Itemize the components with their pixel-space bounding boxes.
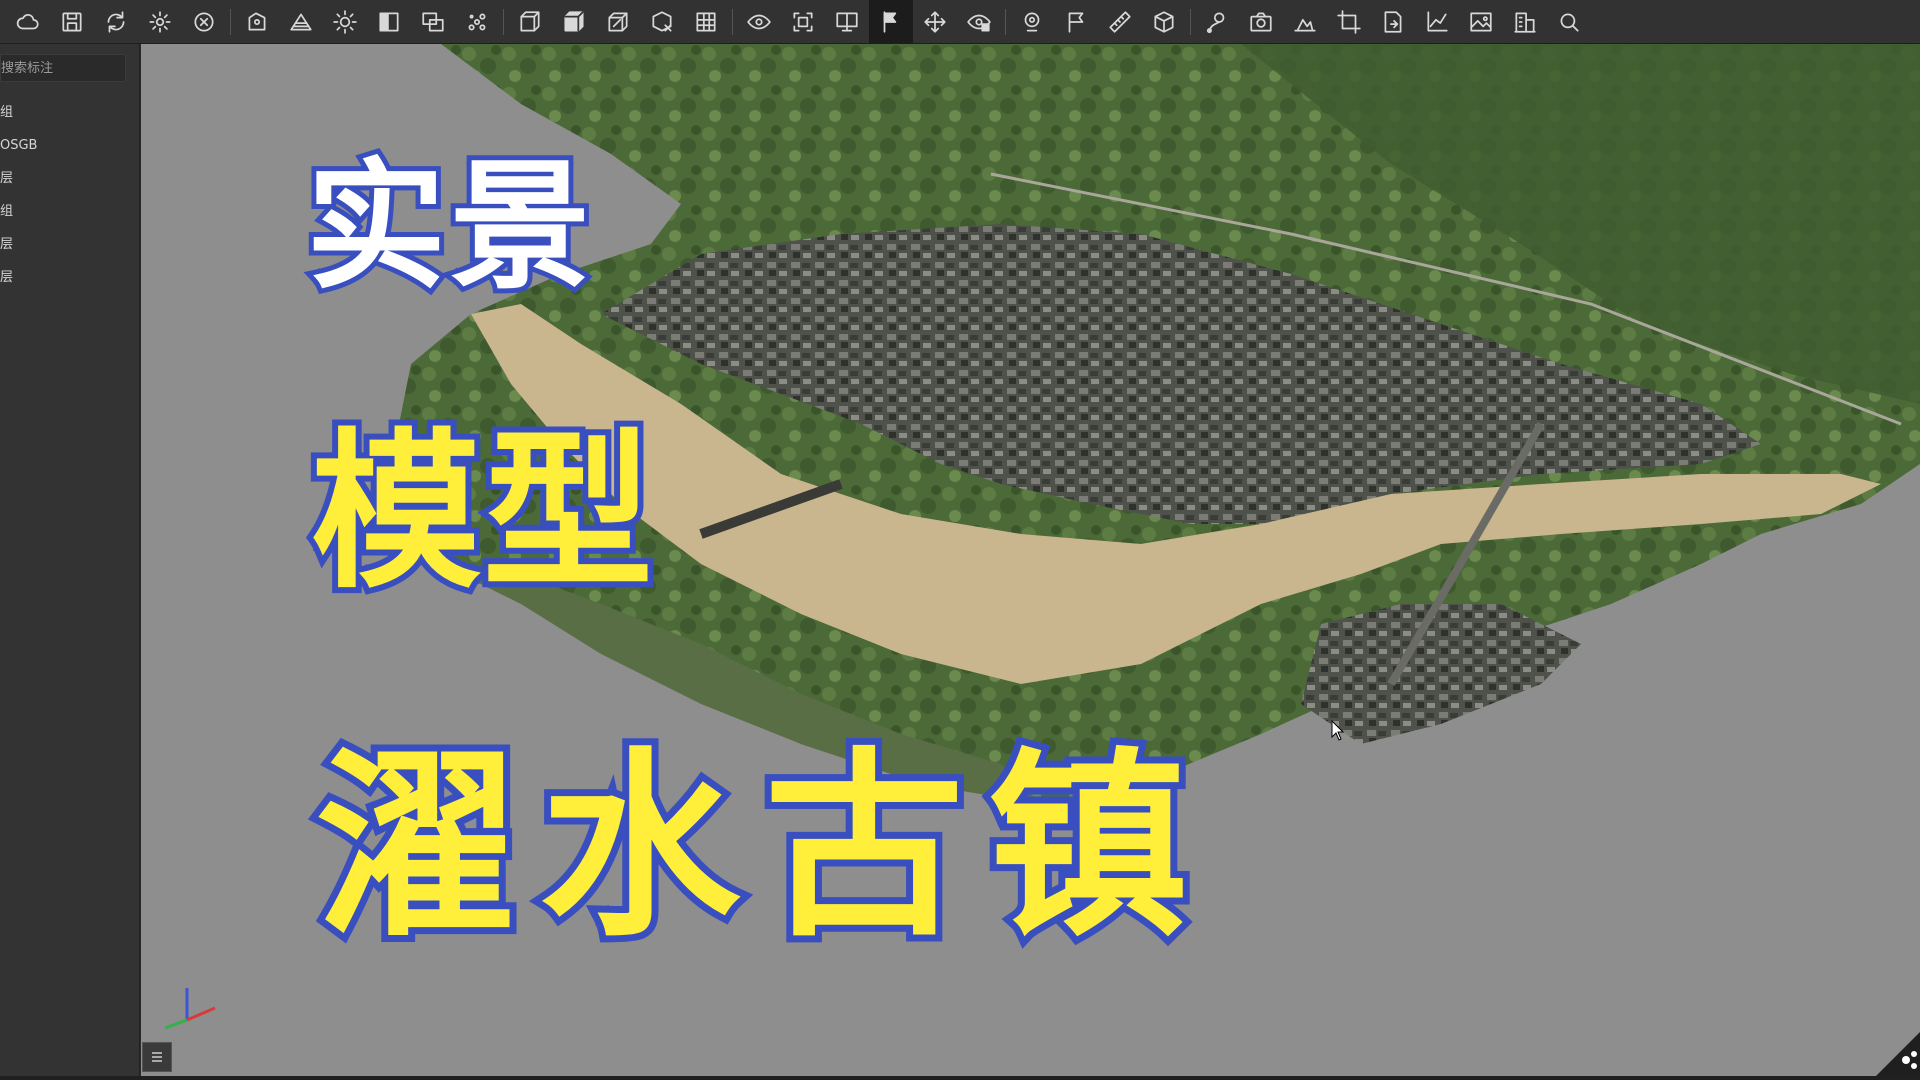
cloud-button[interactable] [6,0,50,44]
camera-button[interactable] [1239,0,1283,44]
layer-tree-item[interactable]: 层 [0,228,138,261]
toolbar-separator [1005,8,1006,35]
export-file-icon [1384,10,1402,33]
terrain-button[interactable] [279,0,323,44]
building-icon [1514,11,1536,33]
layers-icon [422,11,444,32]
toolbar-separator [503,8,504,35]
status-strip [0,1076,1920,1080]
shape-select-button[interactable] [235,0,279,44]
grid-icon [696,11,716,32]
image-button[interactable] [1459,0,1503,44]
main-toolbar [0,0,1920,44]
layer-tree-item[interactable]: 组 [0,195,138,228]
location-icon [1024,11,1040,32]
crop-icon [1337,9,1361,34]
route-icon [1206,11,1225,33]
profile-icon [1294,18,1316,32]
ruler-icon [1109,10,1131,33]
app-window: 组 OSGB 层 组 层 层 [0,0,1920,1080]
sun-button[interactable] [323,0,367,44]
move-icon [924,10,946,33]
ruler-button[interactable] [1098,0,1142,44]
layers-button[interactable] [411,0,455,44]
profile-button[interactable] [1283,0,1327,44]
eye-lock-icon [967,14,991,32]
mouse-cursor-icon [1331,720,1345,741]
layer-tree-item[interactable]: OSGB [0,129,138,162]
export-file-button[interactable] [1371,0,1415,44]
panel-button[interactable] [367,0,411,44]
cube-edit-icon [608,11,628,32]
cube-edit-button[interactable] [596,0,640,44]
close-button[interactable] [182,0,226,44]
cube-solid-button[interactable] [552,0,596,44]
frame-button[interactable] [781,0,825,44]
cloud-icon [16,13,39,29]
annotation-search-input[interactable] [0,54,126,82]
image-icon [1470,11,1492,32]
camera-icon [1250,11,1272,32]
cube-delete-icon [652,10,672,32]
building-button[interactable] [1503,0,1547,44]
cube-solid-icon [564,10,584,32]
cube-delete-button[interactable] [640,0,684,44]
frame-icon [793,11,813,32]
sun-icon [333,9,357,34]
title-line-1: 实景 [301,141,595,314]
toolbar-separator [732,8,733,35]
close-circle-icon [194,11,214,32]
monitor-icon [836,11,858,32]
flag-button[interactable] [869,0,913,44]
title-line-3: 濯水古镇 [309,724,1213,971]
scatter-button[interactable] [455,0,499,44]
layer-tree-item[interactable]: 层 [0,162,138,195]
route-button[interactable] [1195,0,1239,44]
settings-icon [149,10,171,33]
search-button[interactable] [1547,0,1591,44]
box-wire-icon [520,10,540,32]
layer-tree: 组 OSGB 层 组 层 层 [0,96,138,294]
cube-3d-button[interactable] [1142,0,1186,44]
refresh-icon [107,10,125,33]
grid-button[interactable] [684,0,728,44]
layer-tree-item[interactable]: 组 [0,96,138,129]
title-line-2: 模型 [305,408,659,618]
refresh-button[interactable] [94,0,138,44]
sidebar-menu-button[interactable] [142,1042,172,1072]
crop-button[interactable] [1327,0,1371,44]
layer-sidebar: 组 OSGB 层 组 层 层 [0,44,140,1080]
flag-icon [883,10,897,33]
box-wire-button[interactable] [508,0,552,44]
scatter-icon [468,13,486,30]
eye-rotate-icon [747,14,771,29]
settings-button[interactable] [138,0,182,44]
chart-icon [1427,10,1448,32]
eye-lock-button[interactable] [957,0,1001,44]
chart-button[interactable] [1415,0,1459,44]
save-icon [62,11,82,32]
cube-3d-icon [1154,10,1174,33]
toolbar-separator [1190,8,1191,35]
waypoint-flag-button[interactable] [1054,0,1098,44]
search-icon [1560,13,1579,32]
monitor-button[interactable] [825,0,869,44]
waypoint-flag-icon [1068,11,1084,33]
axis-gizmo-icon [164,988,216,1030]
toolbar-separator [230,8,231,35]
location-button[interactable] [1010,0,1054,44]
corner-widget-icon[interactable] [1876,1032,1920,1076]
menu-list-icon [152,1052,162,1062]
terrain-icon [290,13,312,30]
panel-icon [379,11,399,32]
save-button[interactable] [50,0,94,44]
layer-tree-item[interactable]: 层 [0,261,138,294]
3d-viewport[interactable]: 实景 模型 濯水古镇 [141,44,1920,1076]
move-button[interactable] [913,0,957,44]
shape-select-icon [248,11,266,30]
eye-rotate-button[interactable] [737,0,781,44]
